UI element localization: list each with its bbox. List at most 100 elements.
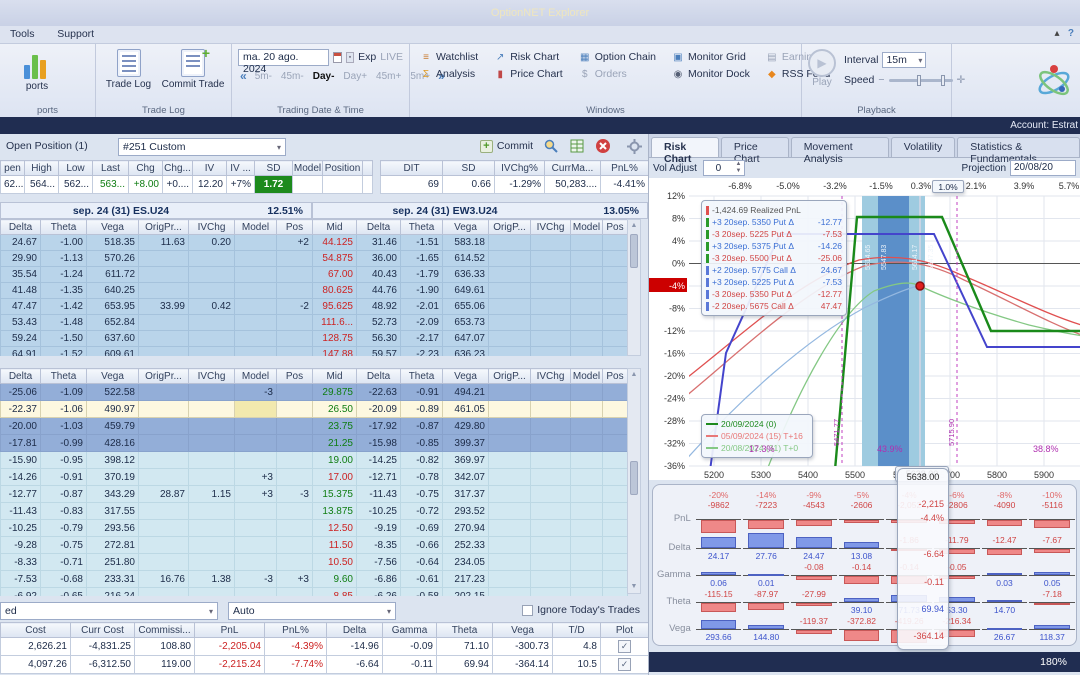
cell[interactable]: +2 (276, 234, 313, 251)
cell[interactable] (234, 451, 277, 469)
trade-log-button[interactable]: Trade Log (102, 47, 155, 90)
time-step-button[interactable]: Day+ (343, 71, 367, 82)
speed-slider-thumb[interactable] (916, 74, 921, 86)
column-header[interactable]: Mid (312, 219, 357, 235)
cell[interactable]: -0.58 (400, 587, 443, 596)
column-header[interactable]: Model (234, 368, 277, 384)
cell[interactable]: -1.50 (40, 330, 87, 347)
cell[interactable]: -0.69 (400, 519, 443, 537)
cell[interactable] (138, 536, 189, 554)
table-row[interactable]: 59.24 -1.50 637.60 (0, 330, 313, 347)
column-header[interactable]: SD (254, 160, 293, 176)
column-header[interactable]: T/D (552, 622, 601, 638)
cell[interactable] (138, 314, 189, 331)
cell[interactable] (138, 468, 189, 486)
cell[interactable] (488, 346, 531, 356)
cell[interactable] (570, 400, 603, 418)
cell[interactable] (276, 536, 313, 554)
column-header[interactable]: Pos (276, 368, 313, 384)
speed-slider[interactable] (888, 74, 953, 86)
cell[interactable] (602, 330, 628, 347)
cell[interactable] (188, 266, 235, 283)
cell[interactable]: 1.15 (188, 485, 235, 503)
column-header[interactable]: Model (570, 368, 603, 384)
cell[interactable] (570, 587, 603, 596)
cell[interactable]: 64.91 (0, 346, 41, 356)
cell[interactable]: 428.16 (86, 434, 139, 452)
cell[interactable] (234, 282, 277, 299)
cell[interactable]: -8.35 (356, 536, 401, 554)
help-icon[interactable]: ? (1068, 28, 1074, 39)
cell[interactable]: 317.55 (86, 502, 139, 520)
column-header[interactable]: Position (322, 160, 363, 176)
cell[interactable]: 649.61 (442, 282, 489, 299)
cell[interactable] (488, 434, 531, 452)
column-header[interactable]: PnL (194, 622, 265, 638)
cell[interactable] (276, 434, 313, 452)
cell[interactable] (138, 553, 189, 571)
cell[interactable] (276, 502, 313, 520)
menu-support[interactable]: Support (47, 26, 104, 42)
cell[interactable]: -0.83 (40, 502, 87, 520)
interval-select[interactable]: 15m ▾ (882, 52, 927, 68)
cell[interactable]: 80.625 (312, 282, 357, 299)
cell[interactable] (234, 250, 277, 267)
cell[interactable] (488, 451, 531, 469)
cell[interactable] (530, 468, 571, 486)
cell[interactable] (602, 266, 628, 283)
cell[interactable] (188, 250, 235, 267)
cell[interactable]: -1.42 (40, 298, 87, 315)
cell[interactable]: -22.37 (0, 400, 41, 418)
cell[interactable] (488, 266, 531, 283)
cell[interactable]: 653.95 (86, 298, 139, 315)
cell[interactable] (488, 570, 531, 588)
cell[interactable]: 95.625 (312, 298, 357, 315)
cell[interactable] (276, 383, 313, 401)
cell[interactable]: -6.26 (356, 587, 401, 596)
cell[interactable]: +3 (276, 570, 313, 588)
cell[interactable] (530, 587, 571, 596)
cell[interactable]: -1.00 (40, 234, 87, 251)
column-header[interactable]: Model (234, 219, 277, 235)
close-icon[interactable] (595, 138, 611, 154)
collapse-ribbon-icon[interactable]: ▴ (1055, 28, 1060, 39)
column-header[interactable]: High (24, 160, 59, 176)
cell[interactable]: -14.26 (0, 468, 41, 486)
cell[interactable]: 429.80 (442, 417, 489, 435)
cell[interactable]: 0.20 (188, 234, 235, 251)
cell[interactable] (138, 400, 189, 418)
column-header[interactable]: Pos (602, 219, 628, 235)
cell[interactable]: 54.875 (312, 250, 357, 267)
cell[interactable]: -1.65 (400, 250, 443, 267)
cell[interactable] (488, 330, 531, 347)
cell[interactable] (530, 451, 571, 469)
cell[interactable]: -2 (276, 298, 313, 315)
cell[interactable]: 251.80 (86, 553, 139, 571)
cell[interactable]: -7.56 (356, 553, 401, 571)
cell[interactable] (138, 266, 189, 283)
cell[interactable]: 216.24 (86, 587, 139, 596)
cell[interactable] (488, 250, 531, 267)
cell[interactable] (602, 468, 628, 486)
cell[interactable] (602, 234, 628, 251)
cell[interactable]: 28.87 (138, 485, 189, 503)
cell[interactable] (602, 502, 628, 520)
cell[interactable]: -0.71 (40, 553, 87, 571)
cell[interactable] (570, 346, 603, 356)
table-row[interactable]: 35.54 -1.24 611.72 (0, 266, 313, 283)
column-header[interactable]: Mid (312, 368, 357, 384)
cell[interactable]: 202.15 (442, 587, 489, 596)
cell[interactable]: -20.09 (356, 400, 401, 418)
calendar-icon[interactable] (333, 51, 342, 63)
cell[interactable]: 270.94 (442, 519, 489, 537)
cell[interactable] (488, 468, 531, 486)
cell[interactable]: 56.30 (356, 330, 401, 347)
cell[interactable] (234, 266, 277, 283)
cell[interactable] (570, 570, 603, 588)
table-row[interactable]: 9.60 -6.86 -0.61 217.23 (312, 570, 628, 588)
live-label[interactable]: LIVE (380, 51, 403, 63)
cell[interactable] (276, 346, 313, 356)
cell[interactable]: -9.19 (356, 519, 401, 537)
scrollbar-thumb[interactable] (630, 234, 638, 268)
cell[interactable]: -8.33 (0, 553, 41, 571)
